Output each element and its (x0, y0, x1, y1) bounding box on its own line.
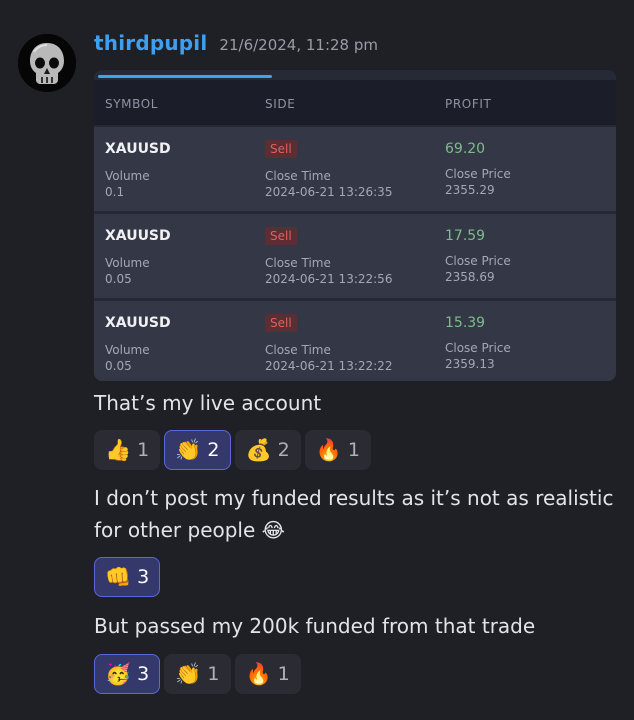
side-badge: Sell (265, 140, 297, 158)
close-price-label: Close Price (445, 167, 511, 181)
fire-icon: 🔥 (245, 661, 272, 686)
thumbs-up-icon: 👍 (105, 437, 132, 462)
reaction-count: 1 (347, 439, 360, 461)
side-badge: Sell (265, 314, 297, 332)
volume-value: 0.1 (105, 185, 125, 199)
clapping-hands-icon: 👏 (175, 661, 202, 686)
trade-row: XAUUSD Volume 0.05 Sell Close Time 2024-… (94, 301, 616, 381)
skull-icon (18, 34, 76, 92)
trade-history-card[interactable]: SYMBOL SIDE PROFIT XAUUSD Volume 0.1 Sel… (94, 70, 616, 381)
reaction-count: 1 (207, 663, 220, 685)
close-price-label: Close Price (445, 341, 511, 355)
close-time-value: 2024-06-21 13:22:22 (265, 359, 393, 373)
reaction-count: 2 (207, 439, 220, 461)
message-text: That’s my live account (94, 391, 322, 415)
close-price-value: 2359.13 (445, 357, 495, 371)
volume-label: Volume (105, 256, 150, 270)
reaction-count: 1 (277, 663, 290, 685)
close-time-value: 2024-06-21 13:22:56 (265, 272, 393, 286)
table-header: SYMBOL SIDE PROFIT (94, 80, 616, 125)
reaction-clapping[interactable]: 👏 2 (164, 430, 231, 470)
close-time-label: Close Time (265, 256, 331, 270)
reaction-fist-bump[interactable]: 👊 3 (94, 557, 161, 597)
money-bag-icon: 💰 (245, 437, 272, 462)
close-price-value: 2355.29 (445, 183, 495, 197)
profit-value: 69.20 (445, 141, 486, 157)
reaction-count: 3 (137, 566, 150, 588)
close-price-label: Close Price (445, 254, 511, 268)
reaction-count: 3 (137, 663, 150, 685)
trade-row: XAUUSD Volume 0.1 Sell Close Time 2024-0… (94, 127, 616, 211)
fist-bump-icon: 👊 (105, 564, 132, 589)
column-side: SIDE (265, 97, 296, 111)
trade-row: XAUUSD Volume 0.05 Sell Close Time 2024-… (94, 214, 616, 298)
username[interactable]: thirdpupil (94, 31, 207, 55)
volume-label: Volume (105, 343, 150, 357)
profit-value: 17.59 (445, 228, 486, 244)
clapping-hands-icon: 👏 (175, 437, 202, 462)
column-profit: PROFIT (445, 97, 492, 111)
message-text: I don’t post my funded results as it’s n… (94, 486, 614, 542)
close-time-value: 2024-06-21 13:26:35 (265, 185, 393, 199)
volume-label: Volume (105, 169, 150, 183)
column-symbol: SYMBOL (105, 97, 159, 111)
reaction-money-bag[interactable]: 💰 2 (234, 430, 301, 470)
reaction-fire[interactable]: 🔥 1 (234, 654, 301, 694)
reaction-party-face[interactable]: 🥳 3 (94, 654, 161, 694)
volume-value: 0.05 (105, 359, 132, 373)
author-avatar[interactable] (18, 34, 76, 92)
close-time-label: Close Time (265, 169, 331, 183)
reaction-count: 2 (277, 439, 290, 461)
symbol: XAUUSD (105, 141, 171, 157)
close-time-label: Close Time (265, 343, 331, 357)
message-header: thirdpupil 21/6/2024, 11:28 pm (94, 31, 378, 55)
active-tab-indicator (98, 75, 272, 78)
reaction-bar: 🥳 3 👏 1 🔥 1 (94, 654, 301, 694)
fire-icon: 🔥 (315, 437, 342, 462)
reaction-fire[interactable]: 🔥 1 (304, 430, 371, 470)
timestamp: 21/6/2024, 11:28 pm (219, 36, 378, 54)
message-text: But passed my 200k funded from that trad… (94, 614, 536, 638)
close-price-value: 2358.69 (445, 270, 495, 284)
party-face-icon: 🥳 (105, 661, 132, 686)
symbol: XAUUSD (105, 228, 171, 244)
symbol: XAUUSD (105, 315, 171, 331)
side-badge: Sell (265, 227, 297, 245)
reaction-count: 1 (137, 439, 150, 461)
reaction-thumbs-up[interactable]: 👍 1 (94, 430, 161, 470)
volume-value: 0.05 (105, 272, 132, 286)
reaction-clapping[interactable]: 👏 1 (164, 654, 231, 694)
reaction-bar: 👍 1 👏 2 💰 2 🔥 1 (94, 430, 371, 470)
profit-value: 15.39 (445, 315, 486, 331)
reaction-bar: 👊 3 (94, 557, 161, 597)
